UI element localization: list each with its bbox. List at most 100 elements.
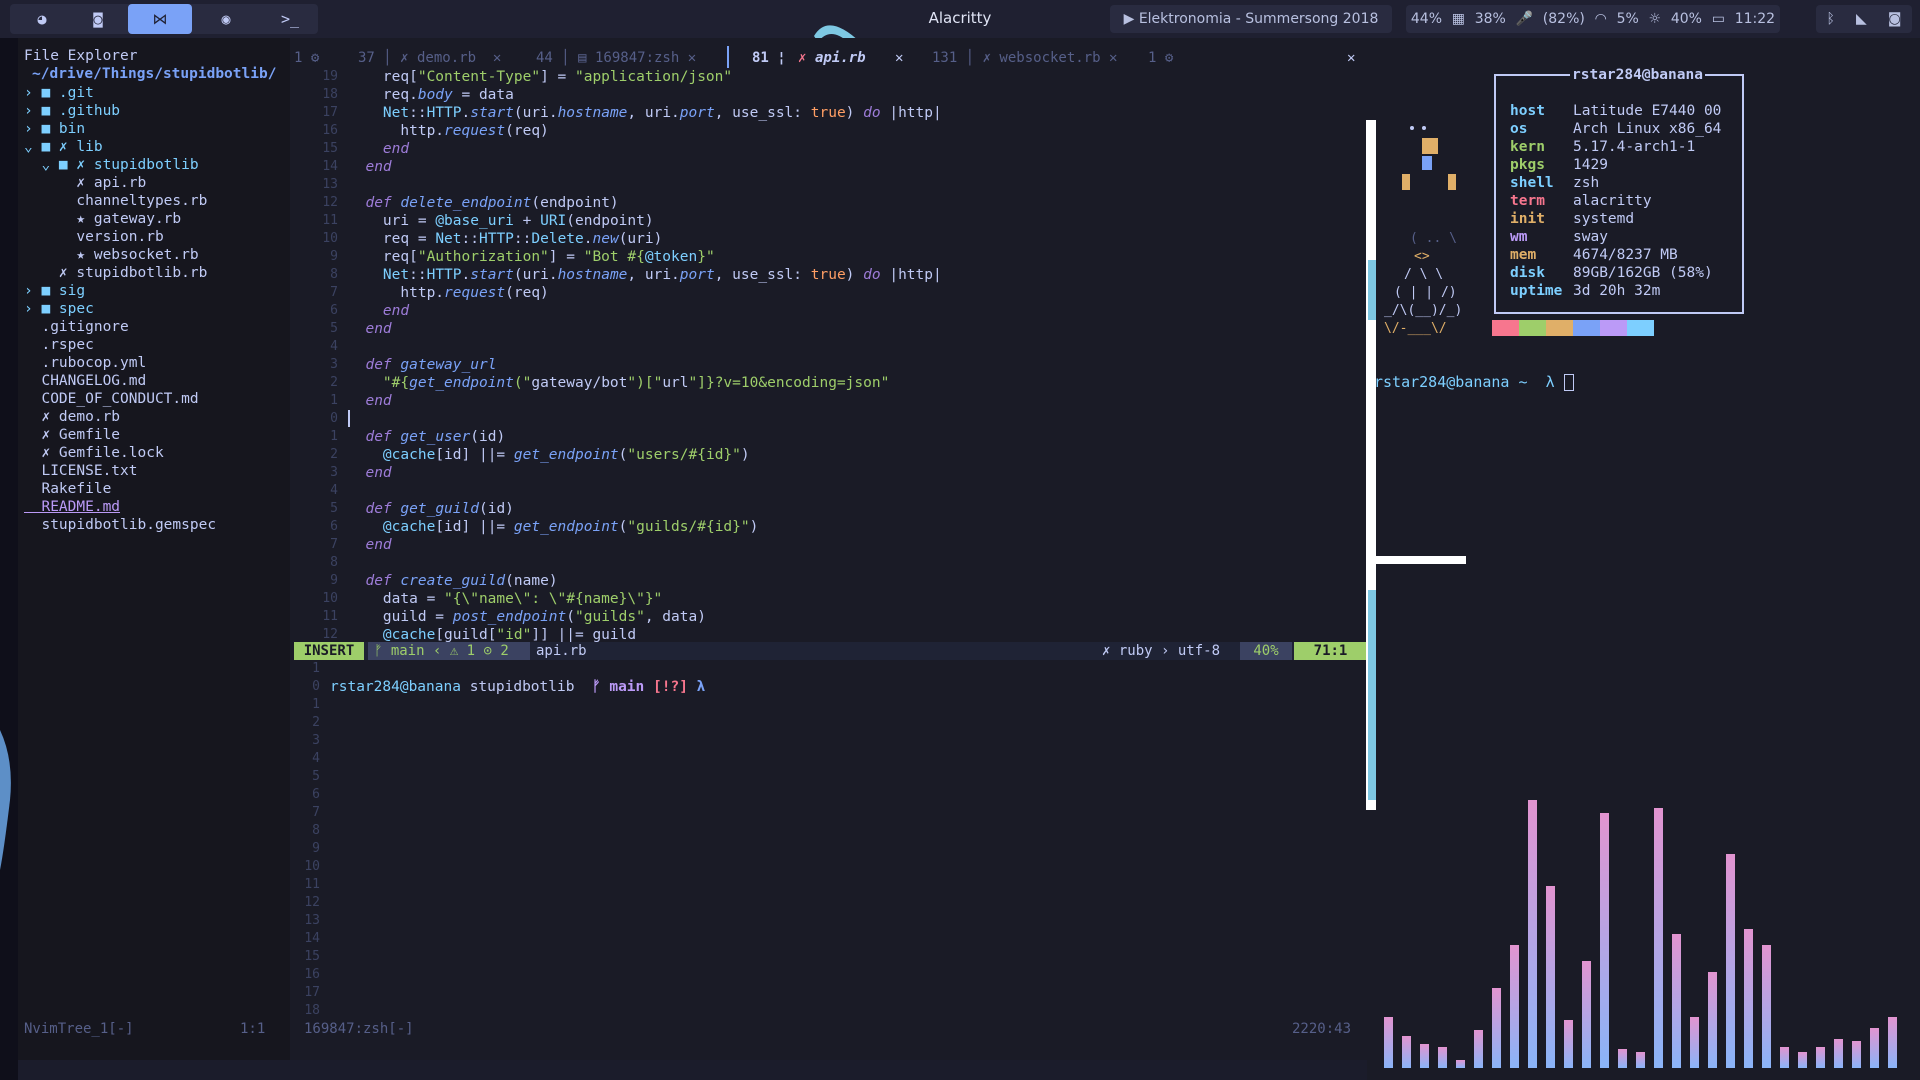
code-line[interactable]: http.request(req) (348, 284, 548, 302)
workspace-terminal-icon[interactable]: >_ (258, 4, 322, 34)
code-line[interactable]: "#{get_endpoint("gateway/bot")["url"]}?v… (348, 374, 889, 392)
fetch-key: kern (1510, 139, 1545, 155)
workspace-spotify-icon[interactable]: ◉ (194, 4, 258, 34)
file-tree-item[interactable]: README.md (24, 498, 120, 516)
cpu-usage: 44% (1410, 11, 1442, 27)
code-line[interactable]: def get_user(id) (348, 428, 505, 446)
wifi-tray-icon[interactable]: ◣ (1856, 11, 1867, 27)
file-tree-item[interactable]: ✗ api.rb (24, 174, 146, 192)
discord-tray-icon[interactable]: ◙ (1888, 11, 1902, 27)
code-line[interactable]: end (348, 140, 409, 158)
prompt-branch: ᚠ main (591, 679, 645, 695)
git-branch-indicator: ᚠ main ‹ ⚠ 1 ⊙ 2 (368, 642, 530, 660)
fetch-value: 3d 20h 32m (1573, 283, 1661, 299)
tab-6[interactable]: 1 ⚙ (1148, 48, 1173, 68)
code-line[interactable]: end (348, 464, 391, 482)
code-line[interactable]: def gateway_url (348, 356, 496, 374)
file-tree-item[interactable]: version.rb (24, 228, 163, 246)
code-line[interactable]: end (348, 392, 391, 410)
file-tree-item[interactable]: Rakefile (24, 480, 111, 498)
file-tree-item[interactable]: › ■ sig (24, 282, 85, 300)
file-tree-item[interactable]: › ■ bin (24, 120, 85, 138)
terminal-line-number: 16 (304, 967, 320, 982)
file-tree-item[interactable]: › ■ .github (24, 102, 120, 120)
tab-close-icon[interactable]: ✕ (895, 48, 903, 68)
tab-81[interactable]: 81 ¦ (752, 48, 786, 68)
file-tree-item[interactable]: ✗ demo.rb (24, 408, 120, 426)
code-line[interactable]: Net::HTTP.start(uri.hostname, uri.port, … (348, 104, 942, 122)
tab-zsh[interactable]: 44 │ ▤ 169847:zsh ✕ (536, 48, 696, 68)
terminal-line-number: 14 (304, 931, 320, 946)
wifi-icon: ◠ (1594, 11, 1607, 27)
code-line[interactable]: uri = @base_uri + URI(endpoint) (348, 212, 654, 230)
tab-1[interactable]: 1 ⚙ (294, 48, 319, 68)
line-number: 11 (322, 609, 338, 624)
visualizer-bar (1546, 886, 1555, 1068)
fetch-prompt[interactable]: rstar284@banana ~ λ (1374, 373, 1574, 391)
code-line[interactable]: data = "{\"name\": \"#{name}\"}" (348, 590, 662, 608)
visualizer-bar (1708, 972, 1717, 1068)
editor-pane (290, 38, 1367, 1060)
file-tree-item[interactable]: .rspec (24, 336, 93, 354)
code-line[interactable]: @cache[id] ||= get_endpoint("users/#{id}… (348, 446, 750, 464)
file-tree-item[interactable]: ★ websocket.rb (24, 246, 198, 264)
media-player[interactable]: ▶ Elektronomia - Summersong 2018 (1110, 5, 1392, 33)
code-line[interactable]: req = Net::HTTP::Delete.new(uri) (348, 230, 662, 248)
tab-api-rb[interactable]: api.rb (815, 48, 866, 68)
file-tree-item[interactable]: LICENSE.txt (24, 462, 137, 480)
code-line[interactable]: def get_guild(id) (348, 500, 513, 518)
tray: ᛒ ◣ ◙ (1816, 5, 1912, 33)
file-tree-item[interactable]: .rubocop.yml (24, 354, 146, 372)
close-all-icon[interactable]: ✕ (1347, 48, 1355, 68)
code-line[interactable]: end (348, 158, 391, 176)
file-explorer-title: File Explorer (24, 48, 138, 64)
visualizer-bar (1564, 1020, 1573, 1068)
file-tree-item[interactable]: CODE_OF_CONDUCT.md (24, 390, 198, 408)
file-tree-item[interactable]: CHANGELOG.md (24, 372, 146, 390)
code-line[interactable]: @cache[id] ||= get_endpoint("guilds/#{id… (348, 518, 758, 536)
code-line[interactable]: req["Authorization"] = "Bot #{@token}" (348, 248, 715, 266)
file-tree-item[interactable]: ★ gateway.rb (24, 210, 181, 228)
line-number: 4 (330, 339, 338, 354)
file-tree-item[interactable]: ⌄ ■ ✗ lib (24, 138, 103, 156)
code-line[interactable]: end (348, 302, 409, 320)
file-tree-item[interactable]: ✗ Gemfile (24, 426, 120, 444)
file-tree-item[interactable]: stupidbotlib.gemspec (24, 516, 216, 534)
fetch-key: init (1510, 211, 1545, 227)
line-number: 3 (330, 465, 338, 480)
code-line[interactable]: req["Content-Type"] = "application/json" (348, 68, 732, 86)
workspace-vscode-icon[interactable]: ⋈ (128, 4, 192, 34)
svg-text:\/-___\/: \/-___\/ (1384, 321, 1447, 336)
terminal-line-number: 3 (312, 733, 320, 748)
file-explorer-root[interactable]: ~/drive/Things/stupidbotlib/ (32, 66, 276, 82)
code-line[interactable]: Net::HTTP.start(uri.hostname, uri.port, … (348, 266, 942, 284)
status-filename: api.rb (536, 643, 587, 659)
svg-text:( | | /): ( | | /) (1394, 285, 1457, 300)
code-line[interactable]: end (348, 536, 391, 554)
visualizer-bar (1834, 1039, 1843, 1068)
code-line[interactable]: def create_guild(name) (348, 572, 557, 590)
file-tree-item[interactable]: › ■ .git (24, 84, 94, 102)
file-tree-item[interactable]: › ■ spec (24, 300, 94, 318)
terminal-prompt[interactable]: rstar284@banana stupidbotlib ᚠ main [!?]… (330, 678, 705, 696)
file-tree-item[interactable]: channeltypes.rb (24, 192, 207, 210)
code-line[interactable]: guild = post_endpoint("guilds", data) (348, 608, 706, 626)
file-tree-item[interactable]: .gitignore (24, 318, 128, 336)
file-tree-item[interactable]: ⌄ ■ ✗ stupidbotlib (24, 156, 198, 174)
bluetooth-icon[interactable]: ᛒ (1827, 11, 1835, 27)
workspace-discord-icon[interactable]: ◙ (66, 4, 130, 34)
code-line[interactable]: def delete_endpoint(endpoint) (348, 194, 618, 212)
tab-websocket-rb[interactable]: 131 │ ✗ websocket.rb ✕ (932, 48, 1117, 68)
line-number: 7 (330, 537, 338, 552)
text-cursor (348, 410, 350, 427)
code-line[interactable]: end (348, 320, 391, 338)
line-number: 8 (330, 555, 338, 570)
workspace-firefox-icon[interactable]: ◕ (10, 4, 74, 34)
code-line[interactable]: req.body = data (348, 86, 514, 104)
fetch-value: zsh (1573, 175, 1600, 191)
file-tree-item[interactable]: ✗ Gemfile.lock (24, 444, 163, 462)
battery-level: 40% (1670, 11, 1702, 27)
tab-demo-rb[interactable]: 37 │ ✗ demo.rb ✕ (358, 48, 501, 68)
file-tree-item[interactable]: ✗ stupidbotlib.rb (24, 264, 207, 282)
code-line[interactable]: http.request(req) (348, 122, 548, 140)
